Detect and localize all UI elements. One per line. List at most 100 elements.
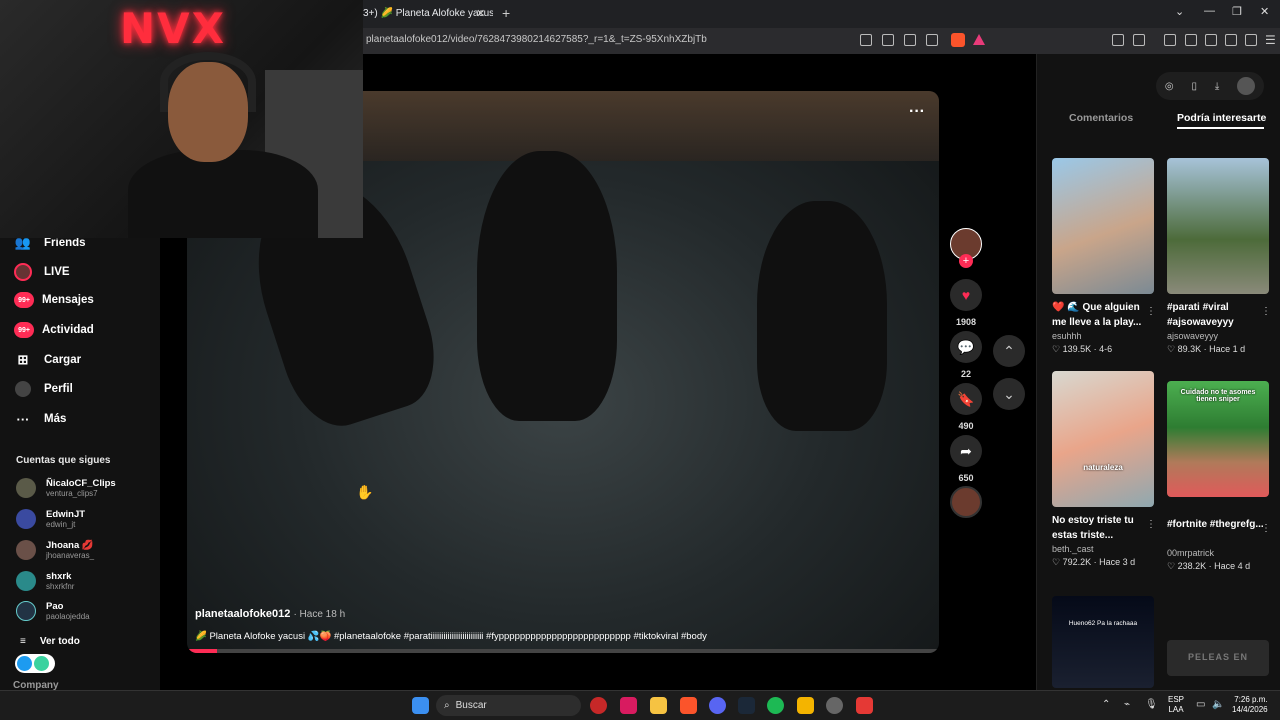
card-thumbnail[interactable] bbox=[1052, 158, 1154, 294]
see-all-link[interactable]: ≡ Ver todo bbox=[20, 636, 80, 647]
obs-icon[interactable] bbox=[826, 697, 843, 714]
card-thumbnail[interactable]: Cuidado no te asomes tienen sniper bbox=[1167, 381, 1269, 497]
nav-upload[interactable]: ⊞ Cargar bbox=[14, 351, 82, 369]
follow-plus-icon[interactable]: + bbox=[959, 254, 973, 268]
mute-icon[interactable] bbox=[860, 34, 872, 46]
following-account[interactable]: EdwinJT edwin_jt bbox=[16, 509, 85, 529]
phone-icon[interactable]: ▯ bbox=[1191, 81, 1197, 92]
tab-recommended[interactable]: Podría interesarte bbox=[1177, 112, 1266, 124]
card-more-icon[interactable]: ⋮ bbox=[1261, 306, 1271, 317]
tab-close-icon[interactable]: ✕ bbox=[476, 7, 485, 20]
save-action[interactable]: 🔖 490 bbox=[950, 383, 982, 431]
following-account[interactable]: ÑicaloCF_Clips ventura_clips7 bbox=[16, 478, 116, 498]
card-more-icon[interactable]: ⋮ bbox=[1146, 306, 1156, 317]
vpn-icon[interactable] bbox=[1245, 34, 1257, 46]
card-more-icon[interactable]: ⋮ bbox=[1261, 523, 1271, 534]
user-avatar[interactable] bbox=[1237, 77, 1256, 95]
compass-icon[interactable]: ◎ bbox=[1165, 81, 1174, 92]
like-action[interactable]: ♥ 1908 bbox=[950, 279, 982, 327]
toggle-green-icon[interactable] bbox=[34, 656, 49, 671]
file-explorer-icon[interactable] bbox=[650, 697, 667, 714]
steam-icon[interactable] bbox=[738, 697, 755, 714]
card-author[interactable]: beth._cast bbox=[1052, 544, 1154, 554]
download-icon[interactable]: ⤓ bbox=[1215, 81, 1219, 92]
recommended-card[interactable]: #parati #viral #ajsowaveyyy ⋮ ajsowaveyy… bbox=[1167, 158, 1271, 355]
spotify-icon[interactable] bbox=[767, 697, 784, 714]
following-account[interactable]: shxrk shxrkfnr bbox=[16, 571, 74, 591]
nav-more[interactable]: ··· Más bbox=[14, 410, 67, 428]
app-icon[interactable] bbox=[797, 697, 814, 714]
leo-icon[interactable] bbox=[1225, 34, 1237, 46]
recommended-card[interactable]: naturaleza No estoy triste tu estas tris… bbox=[1052, 371, 1156, 568]
video-progress-fill bbox=[187, 649, 218, 653]
share-icon[interactable]: ➦ bbox=[950, 435, 982, 467]
card-author[interactable]: 00mrpatrick bbox=[1167, 548, 1269, 558]
tab-comments[interactable]: Comentarios bbox=[1069, 112, 1133, 124]
discord-icon[interactable] bbox=[709, 697, 726, 714]
nav-live[interactable]: LIVE bbox=[14, 263, 70, 281]
sidebar-toggle-icon[interactable] bbox=[1185, 34, 1197, 46]
video-progress[interactable] bbox=[187, 649, 939, 653]
wallet-icon[interactable] bbox=[1205, 34, 1217, 46]
author-name[interactable]: planetaalofoke012 bbox=[195, 608, 290, 620]
nav-profile[interactable]: Perfil bbox=[14, 380, 73, 398]
comment-icon[interactable]: 💬 bbox=[950, 331, 982, 363]
extensions-icon[interactable] bbox=[1112, 34, 1124, 46]
display-icon[interactable]: ▭ bbox=[1196, 699, 1205, 710]
card-thumbnail[interactable]: Hueno62 Pa la rachaaa bbox=[1052, 596, 1154, 688]
app-icon[interactable] bbox=[856, 697, 873, 714]
list-icon: ≡ bbox=[20, 636, 26, 647]
taskbar-search[interactable]: ⌕ Buscar bbox=[436, 695, 581, 716]
tab-search-icon[interactable]: ⌄ bbox=[1175, 5, 1184, 18]
bookmark-icon[interactable]: 🔖 bbox=[950, 383, 982, 415]
browser-tab[interactable]: 3+) 🌽 Planeta Alofoke yacusi 🌊 bbox=[363, 2, 493, 26]
brave-shields-icon[interactable] bbox=[951, 33, 965, 47]
card-thumbnail[interactable] bbox=[1167, 158, 1269, 294]
translate-icon[interactable] bbox=[882, 34, 894, 46]
app-toggles[interactable] bbox=[15, 654, 55, 673]
video-author[interactable]: planetaalofoke012 · Hace 18 h bbox=[195, 608, 345, 620]
video-caption: 🌽 Planeta Alofoke yacusi 💦🍑 #planetaalof… bbox=[195, 631, 707, 642]
volume-icon[interactable]: 🔈 bbox=[1212, 699, 1224, 710]
recommended-card[interactable]: Cuidado no te asomes tienen sniper #fort… bbox=[1167, 381, 1271, 572]
new-tab-icon[interactable]: + bbox=[502, 5, 510, 21]
following-account[interactable]: Jhoana 💋 jhoanaveras_ bbox=[16, 540, 94, 560]
url-text[interactable]: planetaalofoke012/video/7628473980214627… bbox=[366, 34, 707, 45]
card-thumbnail[interactable]: naturaleza bbox=[1052, 371, 1154, 507]
heart-icon[interactable]: ♥ bbox=[950, 279, 982, 311]
comment-action[interactable]: 💬 22 bbox=[950, 331, 982, 379]
minimize-icon[interactable]: — bbox=[1204, 5, 1215, 17]
nav-activity[interactable]: 99+ Actividad bbox=[14, 322, 94, 338]
recommended-card[interactable]: ❤️ 🌊 Que alguien me lleve a la play... ⋮… bbox=[1052, 158, 1156, 355]
taskbar-clock[interactable]: 7:26 p.m. 14/4/2026 bbox=[1232, 695, 1268, 715]
following-account[interactable]: Pao paolaojedda bbox=[16, 601, 90, 621]
media-icon[interactable] bbox=[1133, 34, 1145, 46]
language-indicator[interactable]: ESP LAA bbox=[1168, 695, 1184, 715]
brave-browser-icon[interactable] bbox=[680, 697, 697, 714]
mic-icon[interactable]: 🎙 bbox=[1145, 699, 1158, 710]
nav-messages[interactable]: 99+ Mensajes bbox=[14, 292, 94, 308]
network-icon[interactable]: ⌁ bbox=[1124, 699, 1130, 710]
app-icon[interactable] bbox=[620, 697, 637, 714]
share-action[interactable]: ➦ 650 bbox=[950, 435, 982, 483]
music-icon[interactable] bbox=[1164, 34, 1176, 46]
video-more-icon[interactable]: ··· bbox=[909, 103, 925, 121]
maximize-icon[interactable]: ❐ bbox=[1232, 5, 1242, 18]
menu-icon[interactable]: ☰ bbox=[1265, 33, 1276, 47]
windows-start-icon[interactable] bbox=[412, 697, 429, 714]
media-player-icon[interactable] bbox=[590, 697, 607, 714]
card-author[interactable]: esuhhh bbox=[1052, 331, 1154, 341]
tray-chevron-icon[interactable]: ⌃ bbox=[1102, 699, 1110, 710]
toggle-blue-icon[interactable] bbox=[17, 656, 32, 671]
music-disc-icon[interactable] bbox=[950, 486, 982, 518]
cast-icon[interactable] bbox=[904, 34, 916, 46]
close-window-icon[interactable]: ✕ bbox=[1260, 5, 1269, 18]
card-author[interactable]: ajsowaveyyy bbox=[1167, 331, 1269, 341]
brave-rewards-icon[interactable] bbox=[973, 34, 985, 45]
card-thumbnail[interactable]: PELEAS EN bbox=[1167, 640, 1269, 676]
share-page-icon[interactable] bbox=[926, 34, 938, 46]
previous-video-icon[interactable]: ⌃ bbox=[993, 335, 1025, 367]
nav-label: Cargar bbox=[44, 354, 82, 366]
next-video-icon[interactable]: ⌄ bbox=[993, 378, 1025, 410]
card-more-icon[interactable]: ⋮ bbox=[1146, 519, 1156, 530]
